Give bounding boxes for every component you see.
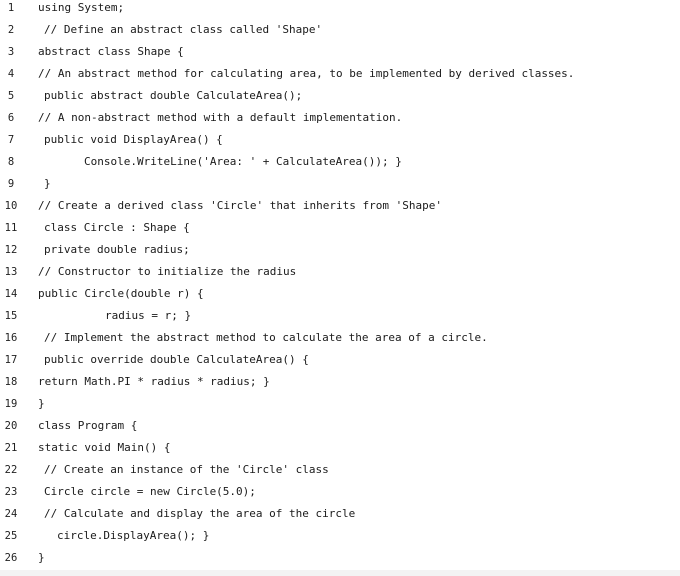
code-text: // Create a derived class 'Circle' that … xyxy=(38,199,442,212)
line-number: 5 xyxy=(7,90,15,102)
line-number: 20 xyxy=(4,420,18,432)
line-number: 13 xyxy=(4,266,18,278)
code-text: public Circle(double r) { xyxy=(38,287,204,300)
code-text: class Circle : Shape { xyxy=(44,221,190,234)
code-text: // Calculate and display the area of the… xyxy=(44,507,356,520)
code-text: class Program { xyxy=(38,419,138,432)
code-text: Console.WriteLine('Area: ' + CalculateAr… xyxy=(84,155,402,168)
line-number: 12 xyxy=(4,244,18,256)
line-number: 8 xyxy=(7,156,15,168)
code-text: private double radius; xyxy=(44,243,190,256)
code-text: // Implement the abstract method to calc… xyxy=(44,331,488,344)
line-number: 18 xyxy=(4,376,18,388)
code-line: 18 return Math.PI * radius * radius; } xyxy=(0,374,680,396)
code-text: // Create an instance of the 'Circle' cl… xyxy=(44,463,329,476)
code-text: } xyxy=(44,177,51,190)
code-text: public override double CalculateArea() { xyxy=(44,353,309,366)
code-line: 26 } xyxy=(0,550,680,572)
code-text: } xyxy=(38,397,45,410)
code-text: abstract class Shape { xyxy=(38,45,184,58)
line-number: 17 xyxy=(4,354,18,366)
code-text: return Math.PI * radius * radius; } xyxy=(38,375,270,388)
code-text: public abstract double CalculateArea(); xyxy=(44,89,303,102)
line-number: 4 xyxy=(7,68,15,80)
code-line: 8 Console.WriteLine('Area: ' + Calculate… xyxy=(0,154,680,176)
line-number: 16 xyxy=(4,332,18,344)
line-number: 15 xyxy=(4,310,18,322)
code-text: // An abstract method for calculating ar… xyxy=(38,67,575,80)
line-number: 26 xyxy=(4,552,18,564)
line-number: 2 xyxy=(7,24,15,36)
line-number: 22 xyxy=(4,464,18,476)
line-number: 24 xyxy=(4,508,18,520)
code-text: using System; xyxy=(38,1,125,14)
line-number: 21 xyxy=(4,442,18,454)
line-number: 25 xyxy=(4,530,18,542)
line-number: 14 xyxy=(4,288,18,300)
line-number: 23 xyxy=(4,486,18,498)
code-text: static void Main() { xyxy=(38,441,171,454)
code-text: Circle circle = new Circle(5.0); xyxy=(44,485,256,498)
line-number: 6 xyxy=(7,112,15,124)
code-text: circle.DisplayArea(); } xyxy=(57,529,210,542)
code-text: public void DisplayArea() { xyxy=(44,133,223,146)
code-text: // A non-abstract method with a default … xyxy=(38,111,403,124)
line-number: 9 xyxy=(7,178,15,190)
code-text: } xyxy=(38,551,45,564)
line-number: 10 xyxy=(4,200,18,212)
line-number: 7 xyxy=(7,134,15,146)
code-text: // Define an abstract class called 'Shap… xyxy=(44,23,323,36)
line-number: 1 xyxy=(7,2,15,14)
line-number: 3 xyxy=(7,46,15,58)
code-line: 25 circle.DisplayArea(); } xyxy=(0,528,680,550)
code-text: radius = r; } xyxy=(105,309,192,322)
line-number: 19 xyxy=(4,398,18,410)
code-line: 14 public Circle(double r) { xyxy=(0,286,680,308)
code-text: // Constructor to initialize the radius xyxy=(38,265,297,278)
line-number: 11 xyxy=(4,222,18,234)
horizontal-scrollbar[interactable] xyxy=(0,570,680,576)
code-editor: 1 using System; 2 // Define an abstract … xyxy=(0,0,680,570)
